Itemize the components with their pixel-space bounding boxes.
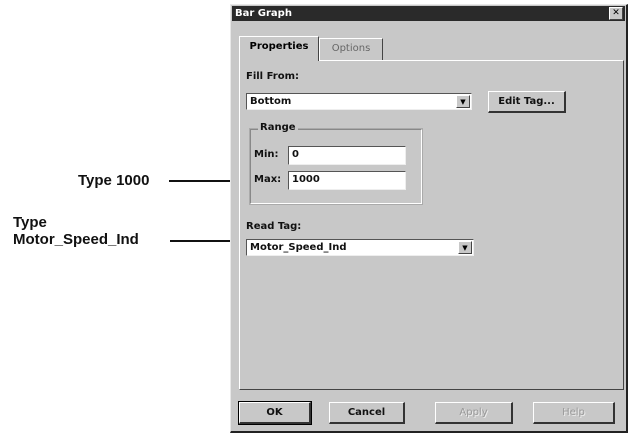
- help-button[interactable]: Help: [533, 402, 615, 424]
- range-groupbox: [249, 128, 423, 205]
- fill-from-value: Bottom: [250, 96, 292, 107]
- annotation-type-1000: Type 1000: [78, 172, 150, 189]
- cancel-button[interactable]: Cancel: [329, 402, 405, 424]
- annotation-type-tag-line1: Type: [13, 214, 47, 231]
- max-input[interactable]: 1000: [288, 171, 406, 190]
- annotation-type-tag-line2: Motor_Speed_Ind: [13, 231, 139, 248]
- chevron-down-icon[interactable]: ▼: [456, 95, 470, 108]
- bar-graph-dialog: Bar Graph ✕ Properties Options Fill From…: [230, 4, 628, 433]
- ok-button[interactable]: OK: [238, 401, 312, 425]
- chevron-down-icon[interactable]: ▼: [458, 241, 472, 254]
- arrow-tag-line: [170, 240, 233, 242]
- edit-tag-button[interactable]: Edit Tag...: [488, 91, 566, 113]
- tab-options[interactable]: Options: [319, 38, 383, 60]
- fill-from-select[interactable]: Bottom ▼: [246, 93, 472, 110]
- read-tag-label: Read Tag:: [246, 221, 302, 232]
- properties-panel: Fill From: Bottom ▼ Edit Tag... Range Mi…: [239, 60, 624, 390]
- window-title: Bar Graph: [235, 8, 292, 19]
- title-bar: Bar Graph ✕: [232, 6, 625, 21]
- min-label: Min:: [254, 149, 279, 160]
- max-label: Max:: [254, 174, 282, 185]
- apply-button[interactable]: Apply: [435, 402, 513, 424]
- arrow-range-line: [169, 180, 235, 182]
- close-icon[interactable]: ✕: [609, 7, 623, 20]
- read-tag-select[interactable]: Motor_Speed_Ind ▼: [246, 239, 474, 256]
- tab-properties[interactable]: Properties: [239, 36, 319, 61]
- fill-from-label: Fill From:: [246, 71, 300, 82]
- min-input[interactable]: 0: [288, 146, 406, 165]
- range-label: Range: [258, 122, 298, 133]
- read-tag-value: Motor_Speed_Ind: [250, 242, 347, 253]
